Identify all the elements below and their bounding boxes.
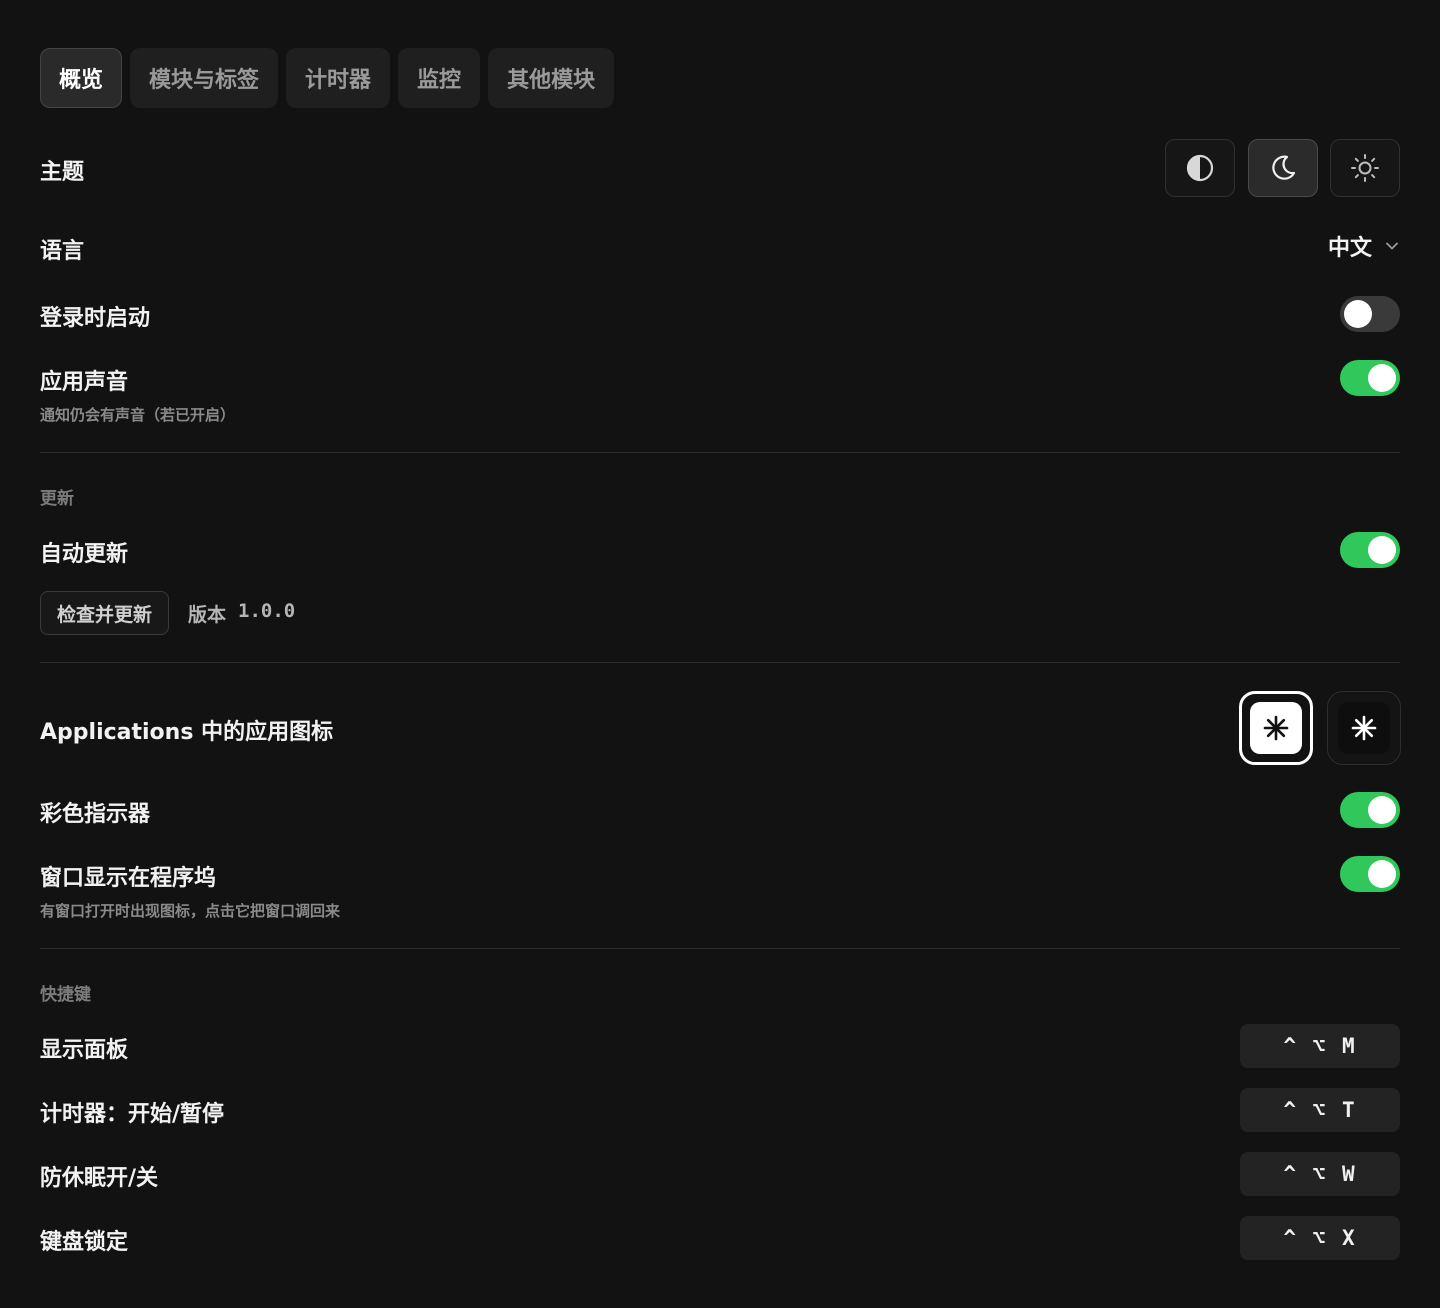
asterisk-icon [1263, 715, 1289, 741]
theme-light-button[interactable] [1330, 139, 1400, 197]
chevron-down-icon [1386, 242, 1398, 250]
auto-update-toggle[interactable] [1340, 532, 1400, 568]
toggle-knob [1368, 536, 1396, 564]
updates-section-title: 更新 [40, 489, 74, 509]
tab-other-modules[interactable]: 其他模块 [488, 48, 615, 108]
check-for-updates-button[interactable]: 检查并更新 [40, 591, 170, 635]
app-sounds-description: 通知仍会有声音（若已开启） [40, 406, 236, 424]
launch-at-login-label: 登录时启动 [40, 306, 151, 331]
app-icon-preview [1250, 702, 1302, 754]
app-icon-preview [1338, 702, 1390, 754]
show-in-dock-description: 有窗口打开时出现图标，点击它把窗口调回来 [40, 902, 341, 920]
launch-at-login-toggle[interactable] [1340, 296, 1400, 332]
shortcut-label-keyboard-lock: 键盘锁定 [40, 1230, 129, 1255]
theme-system-button[interactable] [1165, 139, 1235, 197]
shortcut-label-timer-toggle: 计时器：开始/暂停 [40, 1102, 225, 1127]
auto-update-label: 自动更新 [40, 542, 129, 567]
asterisk-icon [1351, 715, 1377, 741]
divider [40, 662, 1400, 663]
shortcut-key-show-panel[interactable]: ^ ⌥ M [1240, 1024, 1400, 1068]
shortcut-label-keep-awake: 防休眠开/关 [40, 1166, 159, 1191]
colored-indicator-toggle[interactable] [1340, 792, 1400, 828]
language-value: 中文 [1327, 236, 1372, 261]
app-icon-dark-option[interactable] [1327, 691, 1401, 765]
app-sounds-label: 应用声音 [40, 370, 129, 395]
half-circle-contrast-icon [1186, 154, 1214, 182]
tab-bar: 概览 模块与标签 计时器 监控 其他模块 [40, 48, 615, 108]
version-info: 版本 1.0.0 [188, 600, 295, 627]
colored-indicator-label: 彩色指示器 [40, 802, 151, 827]
language-select[interactable]: 中文 [1328, 230, 1400, 262]
divider [40, 948, 1400, 949]
toggle-knob [1368, 796, 1396, 824]
shortcut-key-timer-toggle[interactable]: ^ ⌥ T [1240, 1088, 1400, 1132]
tab-monitoring[interactable]: 监控 [398, 48, 481, 108]
tab-modules-and-labels[interactable]: 模块与标签 [130, 48, 279, 108]
app-icon-label: Applications 中的应用图标 [40, 720, 334, 745]
moon-icon [1272, 155, 1296, 180]
divider [40, 452, 1400, 453]
toggle-knob [1368, 364, 1396, 392]
toggle-knob [1368, 860, 1396, 888]
show-in-dock-label: 窗口显示在程序坞 [40, 866, 217, 891]
shortcut-key-keyboard-lock[interactable]: ^ ⌥ X [1240, 1216, 1400, 1260]
shortcut-key-keep-awake[interactable]: ^ ⌥ W [1240, 1152, 1400, 1196]
shortcuts-section-title: 快捷键 [40, 985, 91, 1005]
toggle-knob [1344, 300, 1372, 328]
tab-timer[interactable]: 计时器 [286, 48, 391, 108]
tab-overview[interactable]: 概览 [40, 48, 123, 108]
language-label: 语言 [40, 239, 85, 264]
app-sounds-toggle[interactable] [1340, 360, 1400, 396]
sun-icon [1351, 154, 1379, 182]
version-number: 1.0.0 [238, 600, 296, 622]
version-label: 版本 [188, 604, 227, 626]
theme-label: 主题 [40, 160, 85, 185]
app-icon-light-option[interactable] [1239, 691, 1313, 765]
theme-dark-button[interactable] [1248, 139, 1318, 197]
shortcut-label-show-panel: 显示面板 [40, 1038, 129, 1063]
show-in-dock-toggle[interactable] [1340, 856, 1400, 892]
